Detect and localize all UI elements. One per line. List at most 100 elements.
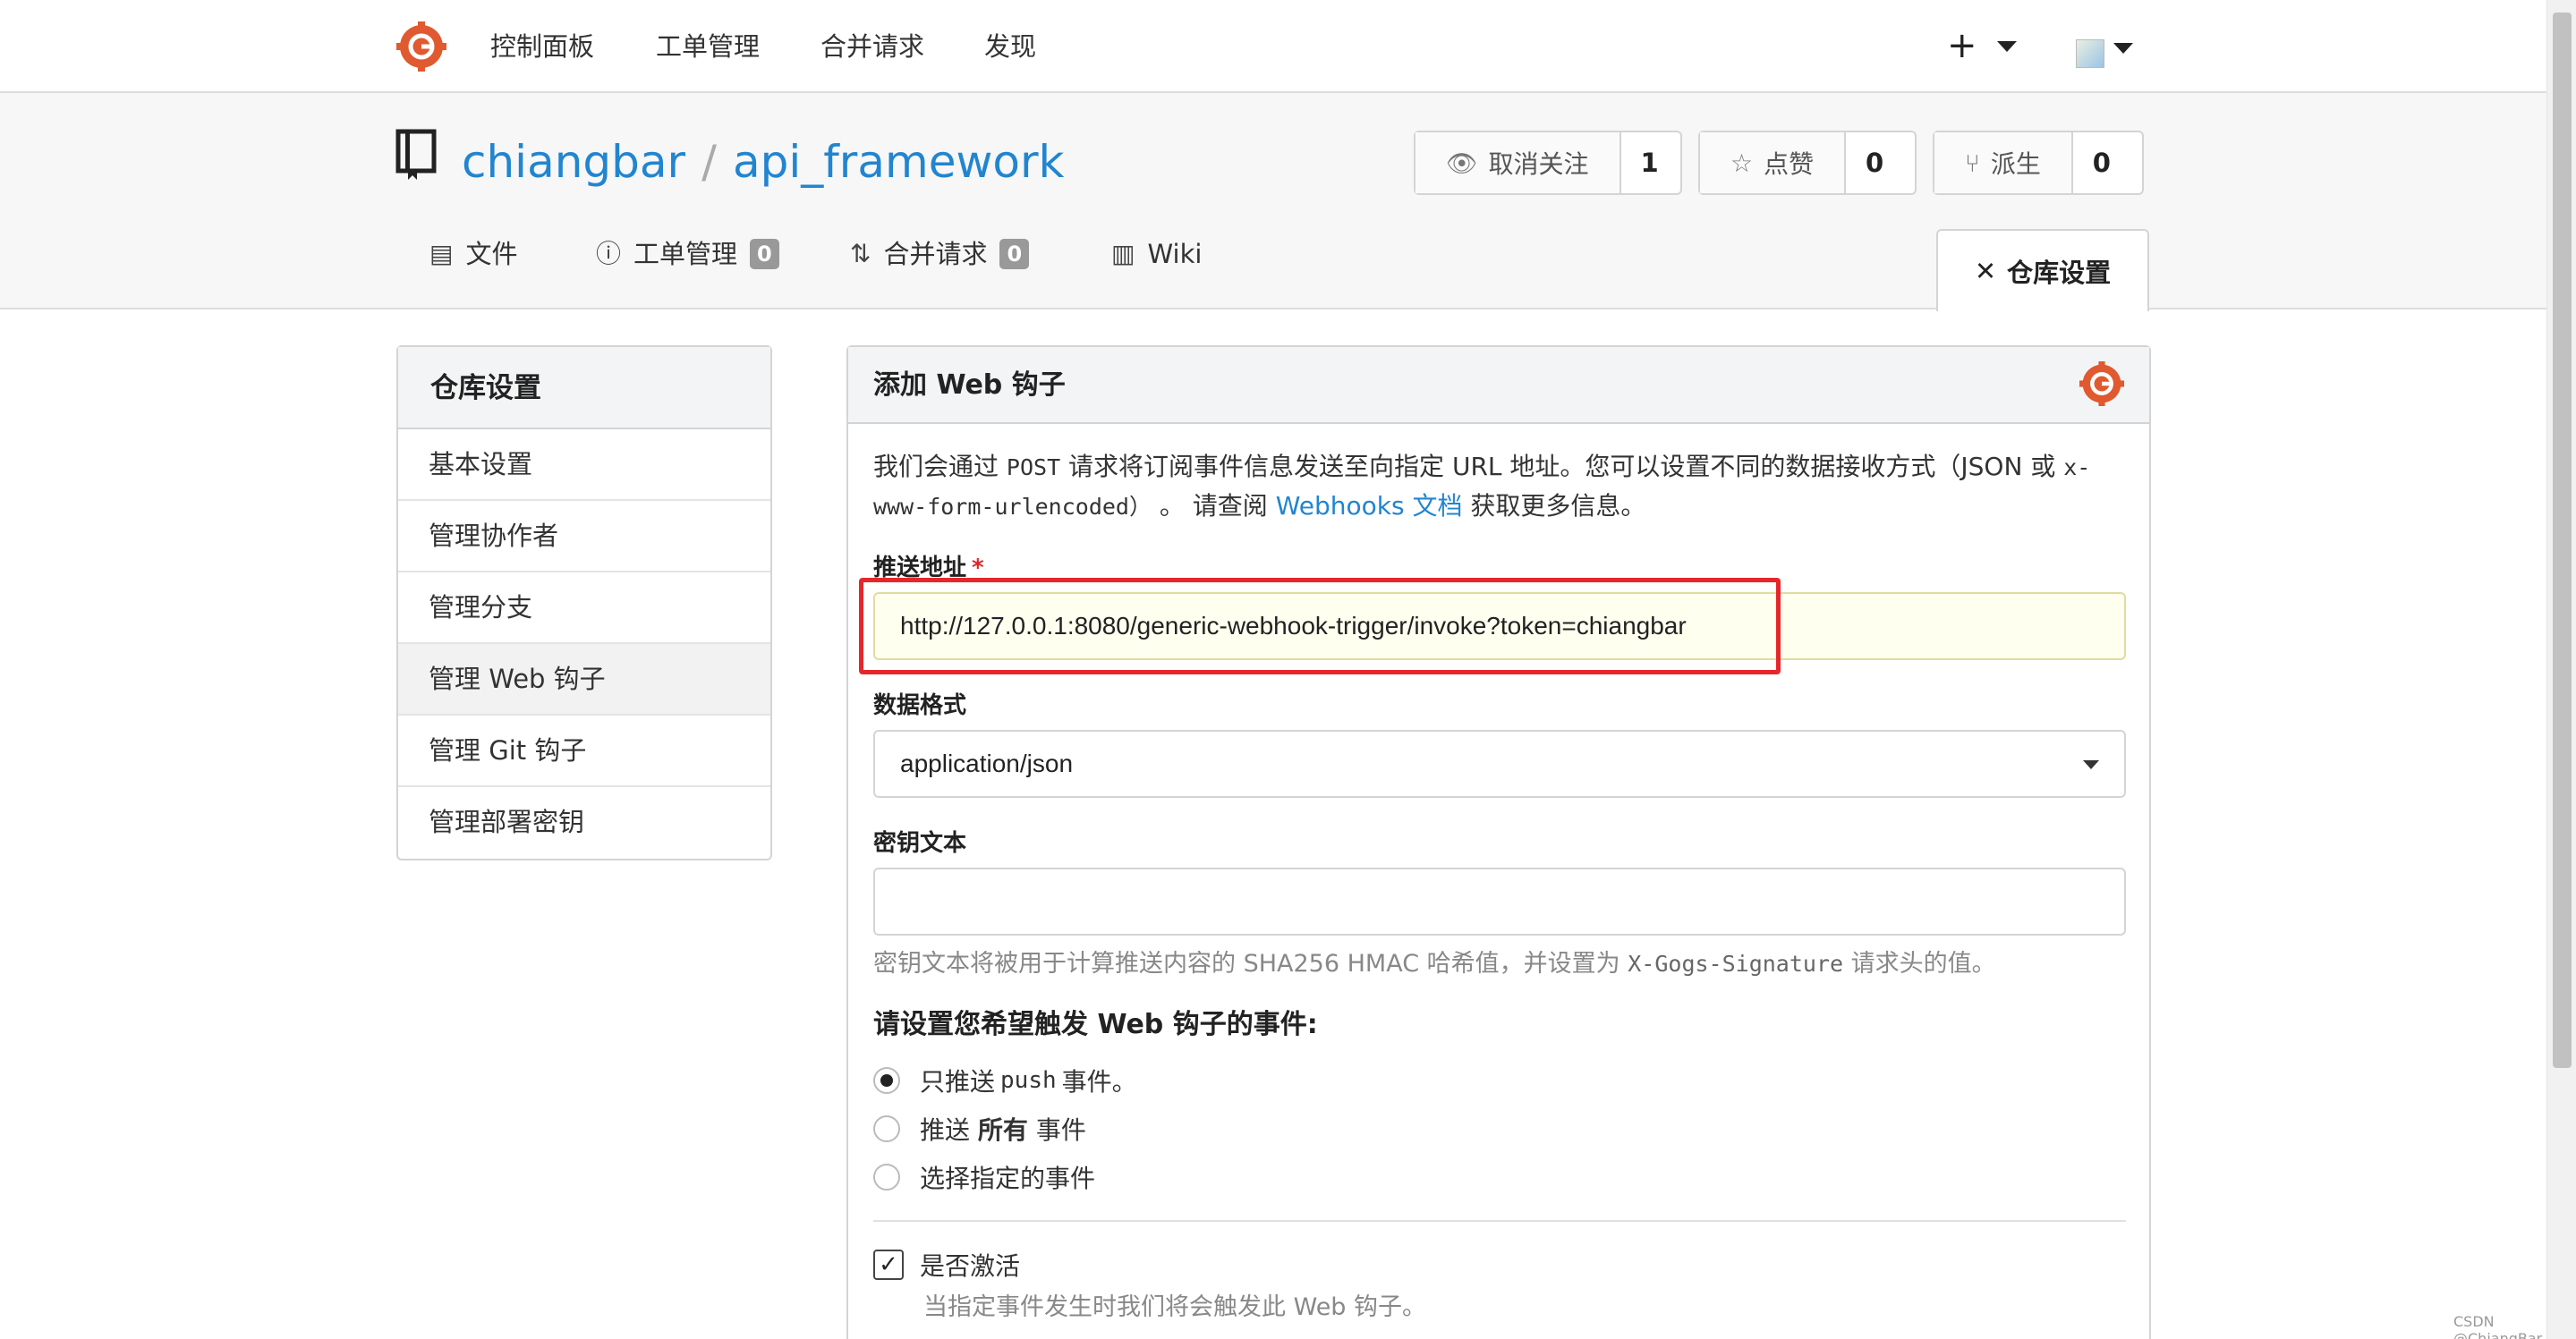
sidebar-item-deploy-keys[interactable]: 管理部署密钥 [398, 787, 770, 859]
page-scrollbar[interactable] [2546, 0, 2576, 1339]
nav-explore[interactable]: 发现 [984, 27, 1036, 66]
radio-label: 选择指定的事件 [920, 1164, 1096, 1193]
unwatch-button[interactable]: 👁 取消关注 [1416, 132, 1621, 193]
pull-request-icon: ⇅ [850, 239, 871, 268]
content-type-label: 数据格式 [873, 692, 967, 719]
fork-label: 派生 [1990, 149, 2041, 179]
star-icon: ☆ [1730, 148, 1754, 178]
tab-wiki[interactable]: ▥ Wiki [1111, 234, 1202, 274]
divider [873, 1220, 2126, 1222]
star-button-group: ☆ 点赞 0 [1698, 131, 1917, 195]
secret-help-part: 请求头的值。 [1850, 950, 1996, 978]
star-count[interactable]: 0 [1846, 132, 1903, 193]
desc-text: 我们会通过 [873, 452, 999, 481]
tab-issues-label: 工单管理 [633, 239, 738, 269]
radio-label: 事件。 [1061, 1067, 1137, 1097]
active-label: 是否激活 [920, 1251, 1021, 1281]
fork-button-group: ⑂ 派生 0 [1933, 131, 2144, 195]
radio-label-bold: 所有 [977, 1115, 1028, 1145]
active-checkbox-row[interactable]: ✓ 是否激活 [873, 1247, 1020, 1283]
sidebar-item-collaborators[interactable]: 管理协作者 [398, 501, 770, 572]
desc-text: 请求将订阅事件信息发送至向指定 URL 地址。您可以设置不同的数据接收方式（JS… [1068, 452, 2056, 481]
scrollbar-thumb[interactable] [2553, 13, 2572, 1068]
issues-count-badge: 0 [750, 239, 779, 269]
tools-icon: ✕ [1974, 256, 1997, 286]
tab-pull-requests[interactable]: ⇅ 合并请求 0 [850, 234, 1030, 274]
secret-input[interactable] [873, 868, 2126, 936]
tab-pull-requests-label: 合并请求 [883, 239, 988, 269]
create-new-plus-icon[interactable]: + [1947, 23, 1977, 68]
card-header: 添加 Web 钩子 [848, 347, 2149, 424]
issue-icon: ⓘ [596, 239, 622, 268]
radio-unchecked-icon[interactable] [873, 1115, 900, 1142]
settings-sidebar: 仓库设置 基本设置 管理协作者 管理分支 管理 Web 钩子 管理 Git 钩子… [396, 345, 772, 860]
push-code: push [1000, 1067, 1057, 1094]
repo-title: chiangbar / api_framework [462, 131, 1064, 193]
pull-requests-count-badge: 0 [999, 239, 1030, 269]
secret-help-part: 密钥文本将被用于计算推送内容的 SHA256 HMAC 哈希值，并设置为 [873, 950, 1620, 978]
highlight-annotation-box [859, 578, 1781, 674]
gogs-logo-icon [2079, 361, 2124, 406]
tab-files-label: 文件 [465, 239, 518, 269]
tab-issues[interactable]: ⓘ 工单管理 0 [596, 234, 779, 274]
fork-button[interactable]: ⑂ 派生 [1934, 132, 2073, 193]
nav-dashboard[interactable]: 控制面板 [490, 27, 594, 66]
eye-icon: 👁 [1446, 148, 1478, 178]
repo-header: chiangbar / api_framework 👁 取消关注 1 ☆ 点赞 0 ⑂ 派… [0, 93, 2546, 311]
book-open-icon: ▥ [1111, 239, 1135, 268]
secret-help-text: 密钥文本将被用于计算推送内容的 SHA256 HMAC 哈希值，并设置为 X-G… [873, 946, 1996, 982]
sidebar-item-webhooks[interactable]: 管理 Web 钩子 [398, 644, 770, 716]
desc-text: 。 请查阅 [1159, 491, 1268, 521]
webhook-description: 我们会通过 POST 请求将订阅事件信息发送至向指定 URL 地址。您可以设置不… [873, 447, 2126, 526]
unwatch-button-group: 👁 取消关注 1 [1414, 131, 1682, 195]
fork-icon: ⑂ [1965, 148, 1980, 178]
file-text-icon: ▤ [429, 239, 454, 268]
sidebar-item-git-hooks[interactable]: 管理 Git 钩子 [398, 716, 770, 787]
star-label: 点赞 [1764, 149, 1815, 179]
repo-owner-link[interactable]: chiangbar [462, 136, 685, 188]
signature-header-code: X-Gogs-Signature [1628, 951, 1844, 977]
user-menu-chevron-icon[interactable] [2113, 43, 2133, 54]
user-avatar[interactable] [2076, 39, 2104, 68]
create-dropdown-chevron-icon[interactable] [1997, 41, 2017, 52]
desc-post-code: POST [1006, 454, 1061, 480]
radio-push-only[interactable]: 只推送 push 事件。 [873, 1063, 1137, 1098]
content-type-select[interactable]: application/json [873, 730, 2126, 798]
secret-label: 密钥文本 [873, 830, 967, 857]
radio-choose-events[interactable]: 选择指定的事件 [873, 1159, 1095, 1195]
watermark: CSDN @ChiangBar [2453, 1313, 2543, 1339]
nav-issues[interactable]: 工单管理 [656, 27, 760, 66]
watch-count[interactable]: 1 [1621, 132, 1679, 193]
card-title: 添加 Web 钩子 [873, 369, 1066, 401]
sidebar-title: 仓库设置 [398, 347, 770, 429]
repo-name-link[interactable]: api_framework [733, 136, 1065, 188]
repo-title-separator: / [701, 136, 717, 188]
repo-book-icon [395, 129, 437, 180]
checkbox-checked-icon[interactable]: ✓ [873, 1250, 904, 1280]
active-help-text: 当指定事件发生时我们将会触发此 Web 钩子。 [923, 1293, 1427, 1321]
tab-settings[interactable]: ✕ 仓库设置 [1936, 229, 2149, 311]
radio-label: 事件 [1035, 1115, 1086, 1145]
content-type-value: application/json [900, 750, 1074, 777]
desc-text: 获取更多信息。 [1470, 491, 1646, 521]
radio-checked-icon[interactable] [873, 1067, 900, 1094]
sidebar-item-options[interactable]: 基本设置 [398, 429, 770, 501]
add-webhook-card: 添加 Web 钩子 我们会通过 POST 请求将订阅事件信息发送至向指定 URL… [846, 345, 2151, 1339]
chevron-down-icon [2083, 760, 2099, 769]
radio-all-events[interactable]: 推送 所有 事件 [873, 1111, 1086, 1147]
radio-unchecked-icon[interactable] [873, 1164, 900, 1191]
star-button[interactable]: ☆ 点赞 [1700, 132, 1847, 193]
tab-files[interactable]: ▤ 文件 [429, 234, 517, 274]
events-section-title: 请设置您希望触发 Web 钩子的事件: [873, 1009, 1318, 1040]
tab-wiki-label: Wiki [1147, 239, 1203, 269]
radio-label: 推送 [920, 1115, 971, 1145]
gogs-logo-icon[interactable] [396, 21, 446, 72]
unwatch-label: 取消关注 [1488, 149, 1589, 179]
fork-count[interactable]: 0 [2073, 132, 2130, 193]
webhooks-docs-link[interactable]: Webhooks 文档 [1276, 491, 1463, 521]
tab-settings-label: 仓库设置 [2007, 258, 2112, 288]
radio-label: 只推送 [920, 1067, 996, 1097]
sidebar-item-branches[interactable]: 管理分支 [398, 572, 770, 644]
top-navbar: 控制面板 工单管理 合并请求 发现 + [0, 0, 2546, 93]
nav-pull-requests[interactable]: 合并请求 [820, 27, 924, 66]
